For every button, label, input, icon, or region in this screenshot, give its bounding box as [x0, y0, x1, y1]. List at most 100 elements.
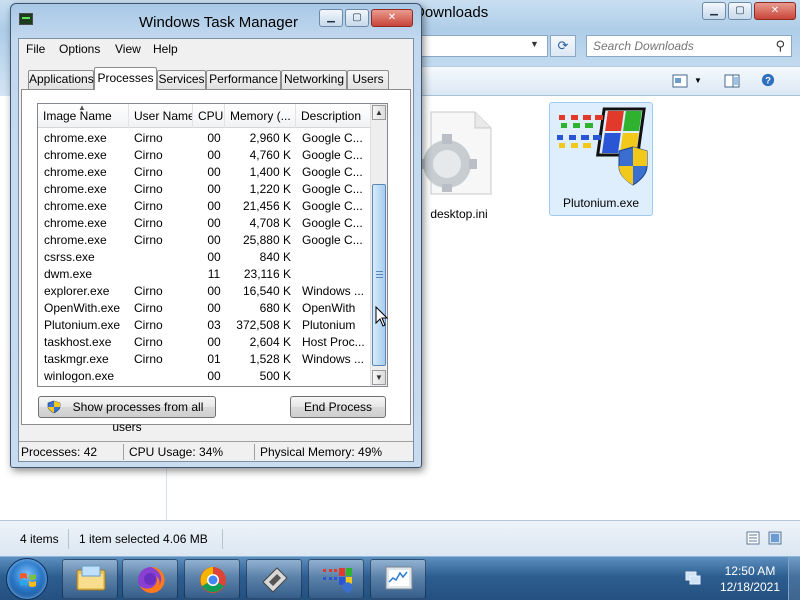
tab-services[interactable]: Services: [157, 70, 206, 89]
search-icon[interactable]: ⚲: [775, 38, 785, 54]
file-item[interactable]: desktop.ini: [407, 104, 511, 221]
close-button[interactable]: ✕: [371, 9, 413, 27]
divider: [254, 444, 255, 460]
table-row[interactable]: chrome.exe Cirno 00 4,760 K Google C...: [38, 147, 372, 164]
refresh-button[interactable]: ⟳: [550, 35, 576, 57]
tab-strip: Applications Processes Services Performa…: [19, 67, 413, 90]
close-button[interactable]: ✕: [754, 2, 796, 20]
start-button[interactable]: [6, 558, 48, 600]
maximize-button[interactable]: ▢: [728, 2, 752, 20]
table-row[interactable]: Plutonium.exe Cirno 03 372,508 K Plutonium: [38, 317, 372, 334]
column-memory[interactable]: Memory (...: [225, 104, 296, 128]
cell-user: Cirno: [134, 335, 163, 349]
vertical-scrollbar[interactable]: ▲ ▼: [370, 104, 387, 386]
task-manager-status-bar: Processes: 42 CPU Usage: 34% Physical Me…: [19, 441, 413, 461]
table-row[interactable]: dwm.exe 11 23,116 K: [38, 266, 372, 283]
cell-user: Cirno: [134, 301, 163, 315]
explorer-status-bar: 4 items 1 item selected 4.06 MB: [0, 520, 800, 556]
cell-name: winlogon.exe: [44, 369, 115, 383]
minimize-button[interactable]: ▁: [702, 2, 726, 20]
taskbar-plutonium-button[interactable]: [308, 559, 364, 599]
column-description[interactable]: Description: [296, 104, 372, 128]
scrollbar-thumb[interactable]: [372, 184, 386, 366]
table-row[interactable]: explorer.exe Cirno 00 16,540 K Windows ...: [38, 283, 372, 300]
tab-users[interactable]: Users: [347, 70, 389, 89]
title-bar[interactable]: Windows Task Manager ▁ ▢ ✕: [11, 4, 421, 34]
cell-name: csrss.exe: [44, 250, 95, 264]
table-row[interactable]: chrome.exe Cirno 00 1,220 K Google C...: [38, 181, 372, 198]
tab-processes[interactable]: Processes: [94, 67, 157, 90]
cell-mem: 4,760 K: [249, 148, 291, 162]
table-row[interactable]: csrss.exe 00 840 K: [38, 249, 372, 266]
end-process-button[interactable]: End Process: [290, 396, 386, 418]
tab-performance[interactable]: Performance: [206, 70, 281, 89]
divider: [123, 444, 124, 460]
task-manager-icon: [19, 13, 33, 25]
column-image-name[interactable]: ▲ Image Name: [38, 104, 129, 128]
search-input[interactable]: [587, 36, 767, 56]
explorer-window-controls: ▁ ▢ ✕: [700, 2, 796, 20]
network-icon[interactable]: [684, 569, 702, 587]
chevron-down-icon[interactable]: ▼: [694, 76, 702, 85]
tab-networking[interactable]: Networking: [281, 70, 347, 89]
scroll-down-arrow-icon[interactable]: ▼: [372, 370, 386, 385]
file-item-selected[interactable]: Plutonium.exe: [549, 102, 653, 216]
uac-shield-icon: [47, 400, 61, 414]
table-row[interactable]: chrome.exe Cirno 00 2,960 K Google C...: [38, 130, 372, 147]
svg-text:?: ?: [765, 76, 771, 87]
menu-options[interactable]: Options: [59, 42, 100, 56]
windows-logo-icon: [20, 573, 36, 587]
table-row[interactable]: chrome.exe Cirno 00 21,456 K Google C...: [38, 198, 372, 215]
cell-user: Cirno: [134, 182, 163, 196]
table-row[interactable]: chrome.exe Cirno 00 25,880 K Google C...: [38, 232, 372, 249]
search-box[interactable]: ⚲: [586, 35, 792, 57]
cell-desc: Google C...: [302, 131, 363, 145]
cell-user: [134, 368, 198, 385]
maximize-button[interactable]: ▢: [345, 9, 369, 27]
cell-cpu: 00: [207, 182, 221, 196]
plutonium-app-icon: [557, 107, 648, 186]
cell-desc: Google C...: [302, 233, 363, 247]
table-row[interactable]: taskhost.exe Cirno 00 2,604 K Host Proc...: [38, 334, 372, 351]
column-user-name[interactable]: User Name: [129, 104, 193, 128]
preview-pane-icon[interactable]: [724, 74, 740, 88]
cell-mem: 2,960 K: [249, 131, 291, 145]
table-row[interactable]: winlogon.exe 00 500 K: [38, 368, 372, 385]
tab-applications[interactable]: Applications: [28, 70, 94, 89]
minimize-button[interactable]: ▁: [319, 9, 343, 27]
app-icon: [262, 567, 288, 593]
table-row[interactable]: chrome.exe Cirno 00 4,708 K Google C...: [38, 215, 372, 232]
cell-user: Cirno: [134, 216, 163, 230]
show-all-processes-button[interactable]: Show processes from all users: [38, 396, 216, 434]
scroll-up-arrow-icon[interactable]: ▲: [372, 105, 386, 120]
cell-user: Cirno: [134, 131, 163, 145]
table-row[interactable]: OpenWith.exe Cirno 00 680 K OpenWith: [38, 300, 372, 317]
task-manager-client: File Options View Help Applications Proc…: [18, 38, 414, 462]
menu-bar: File Options View Help: [19, 39, 413, 59]
view-options-icon[interactable]: [672, 74, 688, 88]
help-icon[interactable]: ?: [760, 73, 776, 87]
cell-mem: 23,116 K: [243, 267, 291, 281]
taskbar-chrome-button[interactable]: [184, 559, 240, 599]
cell-name: chrome.exe: [44, 182, 107, 196]
taskbar-task-manager-button[interactable]: [370, 559, 426, 599]
show-desktop-button[interactable]: [788, 557, 800, 600]
column-cpu[interactable]: CPU: [193, 104, 225, 128]
menu-help[interactable]: Help: [153, 42, 178, 56]
details-view-icon[interactable]: [746, 531, 760, 545]
menu-view[interactable]: View: [115, 42, 141, 56]
menu-file[interactable]: File: [26, 42, 45, 56]
cell-cpu: 00: [207, 301, 221, 315]
clock[interactable]: 12:50 AM 12/18/2021: [720, 563, 780, 595]
table-row[interactable]: taskmgr.exe Cirno 01 1,528 K Windows ...: [38, 351, 372, 368]
selection-info: 1 item selected 4.06 MB: [79, 532, 208, 546]
chevron-down-icon[interactable]: ▼: [530, 39, 539, 49]
table-row[interactable]: chrome.exe Cirno 00 1,400 K Google C...: [38, 164, 372, 181]
cell-name: taskhost.exe: [44, 335, 112, 349]
cell-name: chrome.exe: [44, 233, 107, 247]
taskbar-firefox-button[interactable]: [122, 559, 178, 599]
taskbar-explorer-button[interactable]: [62, 559, 118, 599]
taskbar-app-button[interactable]: [246, 559, 302, 599]
large-icons-view-icon[interactable]: [768, 531, 782, 545]
cell-mem: 680 K: [259, 301, 291, 315]
